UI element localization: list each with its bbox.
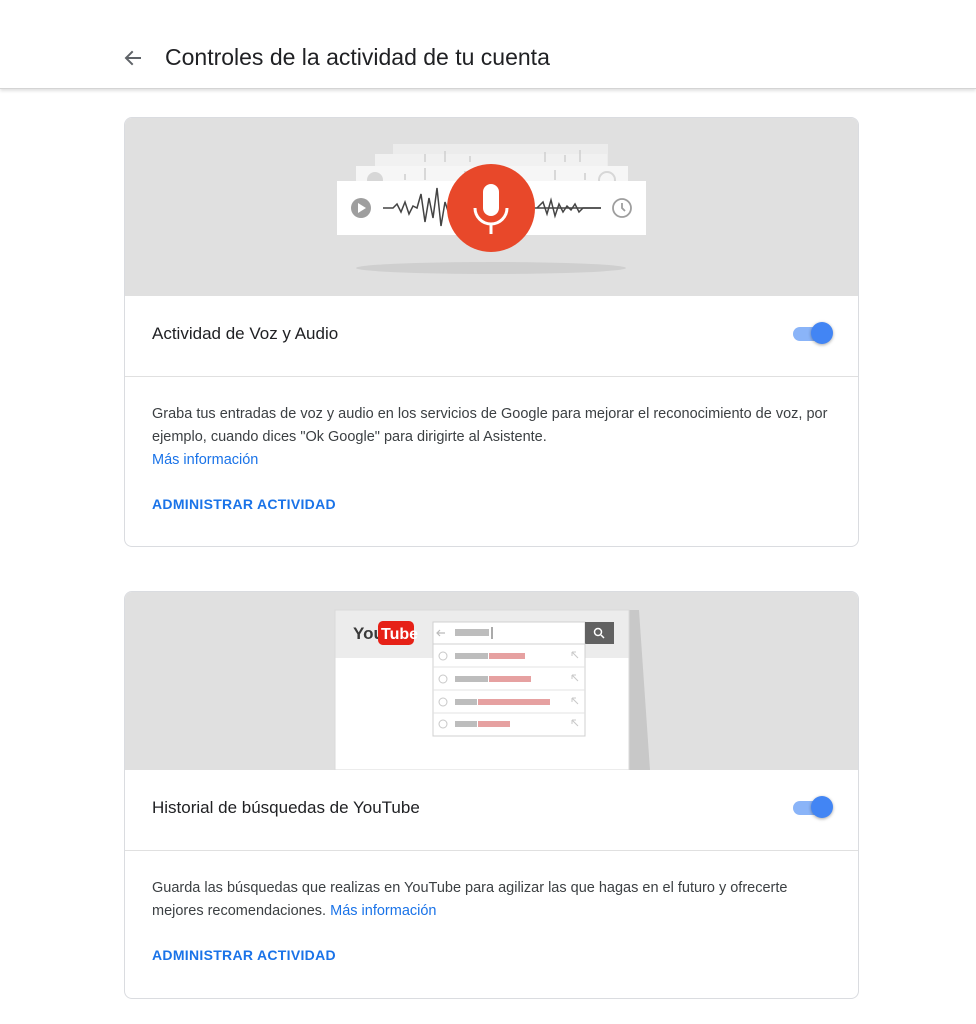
- voice-illustration: [125, 118, 858, 296]
- toggle-thumb: [811, 796, 833, 818]
- youtube-search-card: You Tube Historial de búsquedas de YouTu…: [124, 591, 859, 999]
- voice-audio-description: Graba tus entradas de voz y audio en los…: [152, 403, 831, 472]
- toggle-thumb: [811, 322, 833, 344]
- youtube-search-body: Guarda las búsquedas que realizas en You…: [125, 851, 858, 965]
- voice-audio-body: Graba tus entradas de voz y audio en los…: [125, 377, 858, 514]
- youtube-search-heading: Historial de búsquedas de YouTube: [152, 798, 420, 817]
- youtube-search-row: Historial de búsquedas de YouTube: [125, 770, 858, 851]
- youtube-search-description: Guarda las búsquedas que realizas en You…: [152, 877, 831, 923]
- voice-audio-card: Actividad de Voz y Audio Graba tus entra…: [124, 117, 859, 547]
- youtube-logo-tube: Tube: [381, 626, 418, 643]
- back-button[interactable]: [118, 42, 148, 72]
- page-title: Controles de la actividad de tu cuenta: [165, 44, 550, 70]
- microphone-icon: [483, 184, 499, 216]
- top-bar: Controles de la actividad de tu cuenta: [0, 0, 976, 89]
- youtube-illustration: You Tube: [125, 592, 858, 770]
- youtube-search-toggle[interactable]: [791, 796, 835, 820]
- voice-audio-heading: Actividad de Voz y Audio: [152, 324, 339, 343]
- voice-description-text: Graba tus entradas de voz y audio en los…: [152, 406, 828, 445]
- manage-activity-button[interactable]: ADMINISTRAR ACTIVIDAD: [152, 947, 336, 963]
- voice-audio-toggle[interactable]: [791, 322, 835, 346]
- more-info-link[interactable]: Más información: [152, 452, 258, 468]
- arrow-back-icon: [124, 50, 141, 66]
- voice-audio-row: Actividad de Voz y Audio: [125, 296, 858, 377]
- manage-activity-button[interactable]: ADMINISTRAR ACTIVIDAD: [152, 496, 336, 512]
- more-info-link[interactable]: Más información: [330, 903, 436, 919]
- youtube-description-text: Guarda las búsquedas que realizas en You…: [152, 880, 788, 919]
